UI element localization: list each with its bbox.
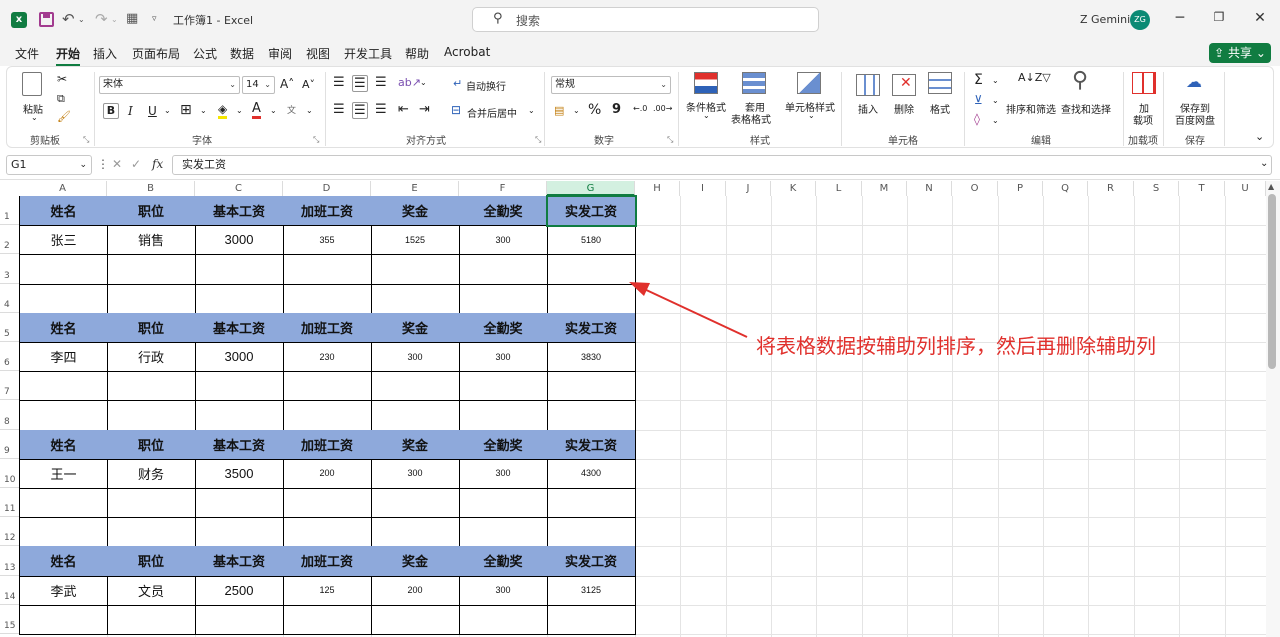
annotation-arrow-icon [629, 282, 748, 338]
annotation-text: 将表格数据按辅助列排序，然后再删除辅助列 [756, 334, 1156, 358]
